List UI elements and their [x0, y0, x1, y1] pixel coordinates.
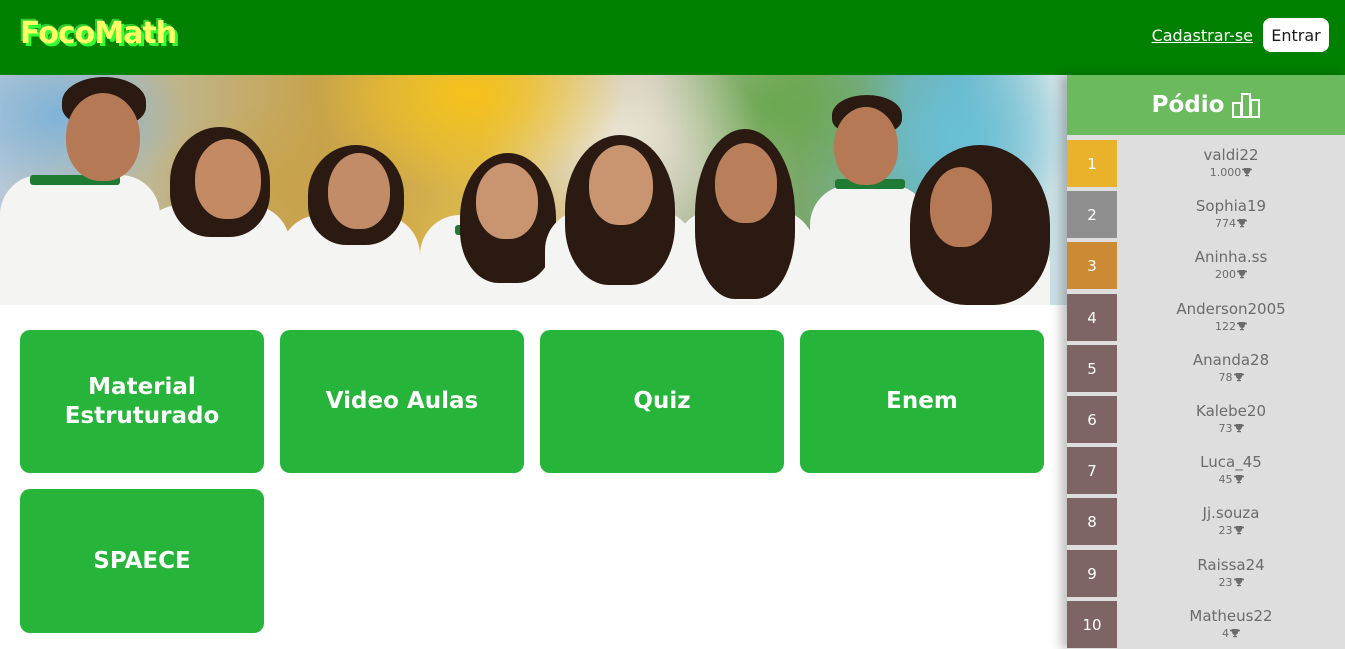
rank-score-value: 1.000 — [1209, 166, 1242, 179]
trophy-icon — [1237, 322, 1247, 331]
ranking-row: 2 Sophia19 774 — [1067, 191, 1345, 238]
ranking-row: 10 Matheus22 4 — [1067, 601, 1345, 648]
rank-score-value: 23 — [1218, 524, 1233, 537]
rank-username: Aninha.ss — [1194, 248, 1268, 266]
rank-username: Kalebe20 — [1196, 402, 1266, 420]
rank-position: 9 — [1067, 550, 1117, 597]
rank-score: 23 — [1117, 576, 1345, 589]
hero-banner-image — [0, 75, 1067, 305]
ranking-row: 3 Aninha.ss 200 — [1067, 242, 1345, 289]
login-button[interactable]: Entrar — [1263, 18, 1329, 52]
ranking-row: 4 Anderson2005 122 — [1067, 294, 1345, 341]
trophy-icon — [1233, 424, 1244, 433]
rank-username: Raissa24 — [1197, 556, 1265, 574]
rank-position: 5 — [1067, 345, 1117, 392]
rank-position: 8 — [1067, 498, 1117, 545]
rank-score: 122 — [1117, 320, 1345, 333]
rank-score-value: 73 — [1218, 422, 1233, 435]
rank-username: Sophia19 — [1195, 197, 1267, 215]
rank-position: 4 — [1067, 294, 1117, 341]
podium-title: Pódio — [1151, 92, 1225, 118]
rank-score: 1.000 — [1117, 166, 1345, 179]
trophy-icon — [1233, 475, 1244, 484]
rank-score: 73 — [1117, 422, 1345, 435]
tile-enem[interactable]: Enem — [800, 330, 1044, 473]
tile-video-aulas[interactable]: Video Aulas — [280, 330, 524, 473]
trophy-icon — [1233, 578, 1244, 587]
tile-spaece[interactable]: SPAECE — [20, 489, 264, 633]
podium-header: Pódio — [1067, 75, 1345, 135]
rank-score-value: 78 — [1218, 371, 1233, 384]
rank-score: 4 — [1117, 627, 1345, 640]
tile-material-estruturado[interactable]: Material Estruturado — [20, 330, 264, 473]
rank-score: 78 — [1117, 371, 1345, 384]
rank-score: 200 — [1117, 268, 1345, 281]
rank-score-value: 45 — [1218, 473, 1233, 486]
signup-link[interactable]: Cadastrar-se — [1152, 26, 1253, 45]
rank-username: valdi22 — [1203, 146, 1259, 164]
ranking-row: 5 Ananda28 78 — [1067, 345, 1345, 392]
student-figure — [900, 75, 1060, 305]
student-figure — [140, 75, 290, 305]
rank-score: 23 — [1117, 524, 1345, 537]
rank-score-value: 4 — [1222, 627, 1229, 640]
trophy-icon — [1230, 629, 1240, 638]
student-figure — [420, 75, 560, 305]
trophy-icon — [1233, 526, 1244, 535]
student-figure — [0, 75, 160, 305]
trophy-icon — [1242, 168, 1253, 177]
rank-score-value: 774 — [1215, 217, 1236, 230]
rank-username: Matheus22 — [1189, 607, 1273, 625]
ranking-row: 8 Jj.souza 23 — [1067, 498, 1345, 545]
ranking-row: 1 valdi22 1.000 — [1067, 140, 1345, 187]
rank-score: 774 — [1117, 217, 1345, 230]
rank-username: Ananda28 — [1192, 351, 1270, 369]
student-figure — [675, 75, 815, 305]
rank-position: 6 — [1067, 396, 1117, 443]
rank-username: Anderson2005 — [1176, 300, 1286, 318]
rank-position: 3 — [1067, 242, 1117, 289]
app-logo[interactable]: FocoMath — [20, 16, 177, 51]
rank-position: 7 — [1067, 447, 1117, 494]
top-navbar: FocoMath Cadastrar-se Entrar — [0, 0, 1345, 75]
rank-score-value: 122 — [1215, 320, 1236, 333]
rank-position: 1 — [1067, 140, 1117, 187]
rank-username: Jj.souza — [1202, 504, 1260, 522]
rank-username: Luca_45 — [1200, 453, 1262, 471]
rank-score-value: 200 — [1215, 268, 1236, 281]
trophy-icon — [1237, 219, 1247, 228]
tile-quiz[interactable]: Quiz — [540, 330, 784, 473]
rank-position: 10 — [1067, 601, 1117, 648]
ranking-row: 6 Kalebe20 73 — [1067, 396, 1345, 443]
rank-position: 2 — [1067, 191, 1117, 238]
rank-score-value: 23 — [1218, 576, 1233, 589]
student-figure — [545, 75, 695, 305]
ranking-row: 7 Luca_45 45 — [1067, 447, 1345, 494]
ranking-row: 9 Raissa24 23 — [1067, 550, 1345, 597]
student-figure — [280, 75, 420, 305]
podium-icon — [1232, 93, 1261, 118]
podium-sidebar: Pódio 1 valdi22 1.000 2 Sophia19 774 3 Aninha.s… — [1067, 75, 1345, 649]
trophy-icon — [1233, 373, 1244, 382]
trophy-icon — [1237, 270, 1247, 279]
rank-score: 45 — [1117, 473, 1345, 486]
